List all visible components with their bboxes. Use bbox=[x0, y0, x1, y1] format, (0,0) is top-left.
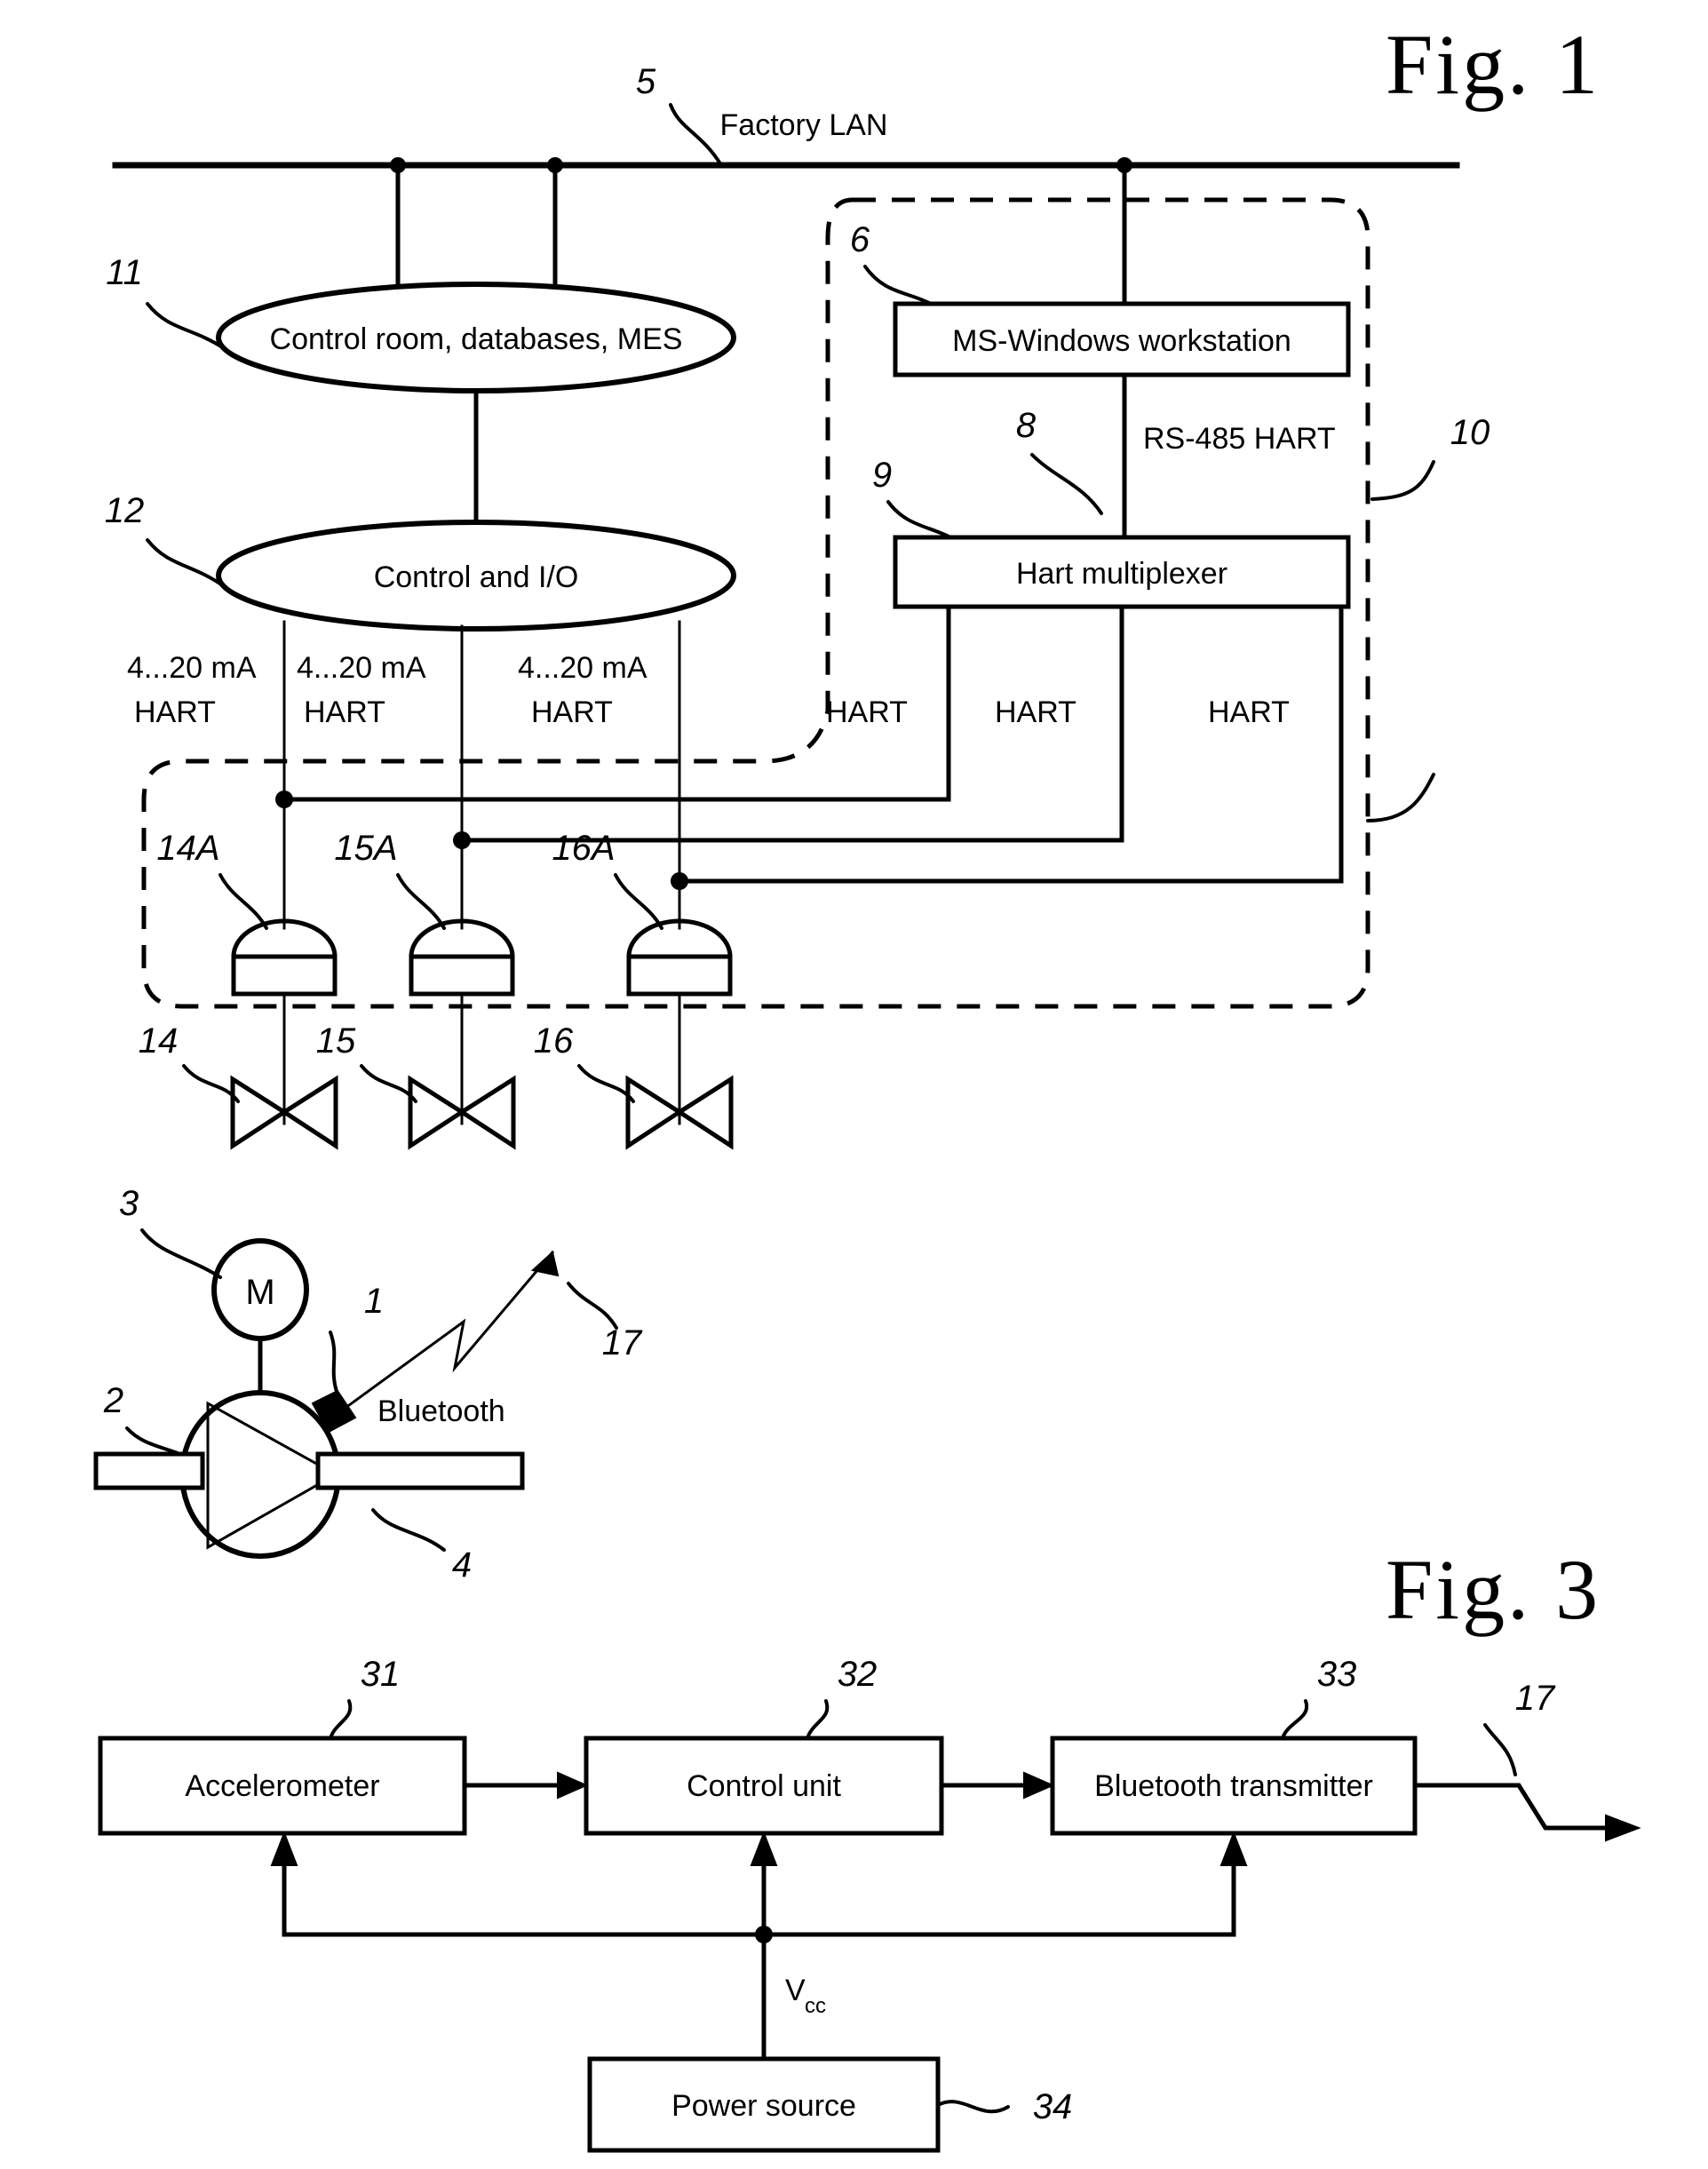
ref-34: 34 bbox=[1033, 2087, 1073, 2126]
hart-multiplexer-label: Hart multiplexer bbox=[1016, 557, 1227, 591]
fig1-title: Fig. 1 bbox=[1386, 17, 1601, 112]
ms-windows-workstation-label: MS-Windows workstation bbox=[952, 324, 1291, 358]
ref-16A: 16A bbox=[552, 829, 615, 868]
leader-15A bbox=[396, 873, 446, 930]
motor-glyph: M bbox=[245, 1273, 274, 1312]
radio-link-zigzag-fig3 bbox=[1412, 1783, 1612, 1831]
leader-10-line bbox=[1370, 460, 1435, 501]
analog-label-1-bottom: HART bbox=[134, 695, 216, 729]
vcc-label: V bbox=[785, 1974, 806, 2007]
analog-label-3-bottom: HART bbox=[531, 695, 613, 729]
ref-11: 11 bbox=[106, 253, 143, 292]
ref-9: 9 bbox=[872, 456, 892, 495]
ref-16: 16 bbox=[534, 1021, 574, 1061]
ref-1: 1 bbox=[364, 1282, 384, 1321]
accelerometer-label: Accelerometer bbox=[185, 1769, 379, 1803]
ref-15A: 15A bbox=[334, 829, 397, 868]
ref-5: 5 bbox=[636, 62, 656, 101]
ref-12: 12 bbox=[105, 491, 145, 530]
leader-16A bbox=[614, 873, 663, 930]
leader-32 bbox=[806, 1699, 830, 1740]
analog-label-2-top: 4...20 mA bbox=[297, 651, 426, 685]
leader-33 bbox=[1281, 1699, 1309, 1740]
ref-33: 33 bbox=[1317, 1655, 1357, 1694]
fig3-title: Fig. 3 bbox=[1386, 1542, 1601, 1637]
signal-arrow-1-head bbox=[557, 1771, 589, 1800]
power-arrow-control-unit bbox=[750, 1831, 778, 1866]
ref-15: 15 bbox=[316, 1021, 356, 1061]
leader-34 bbox=[936, 2100, 1010, 2114]
positioner-2-body bbox=[409, 954, 515, 997]
pump-body bbox=[179, 1390, 341, 1559]
bluetooth-transmitter-label: Bluetooth transmitter bbox=[1094, 1769, 1373, 1803]
ref-4: 4 bbox=[452, 1545, 472, 1585]
leader-6 bbox=[863, 265, 933, 306]
hart-label-2: HART bbox=[995, 695, 1076, 729]
leader-3 bbox=[140, 1228, 222, 1279]
ref-8: 8 bbox=[1016, 406, 1037, 445]
ref-14: 14 bbox=[139, 1021, 179, 1061]
power-arrow-transmitter bbox=[1219, 1831, 1248, 1866]
ref-31: 31 bbox=[361, 1655, 401, 1694]
hart-label-3: HART bbox=[1208, 695, 1290, 729]
signal-arrow-2-head bbox=[1023, 1771, 1055, 1800]
pump-outlet-pipe bbox=[315, 1451, 525, 1490]
leader-bus-5 bbox=[669, 103, 723, 167]
ref-17-fig3: 17 bbox=[1515, 1679, 1556, 1718]
positioner-1-body bbox=[231, 954, 338, 997]
leader-11 bbox=[146, 302, 226, 350]
power-arrow-accelerometer bbox=[270, 1831, 298, 1866]
factory-lan-label: Factory LAN bbox=[720, 108, 888, 142]
leader-31 bbox=[329, 1699, 353, 1740]
leader-1 bbox=[329, 1331, 339, 1396]
leader-9 bbox=[886, 500, 952, 539]
radio-link-arrowhead-fig3 bbox=[1605, 1814, 1641, 1842]
analog-label-3-top: 4...20 mA bbox=[518, 651, 647, 685]
leader-16 bbox=[577, 1064, 635, 1103]
rs485-label: RS-485 HART bbox=[1143, 422, 1336, 456]
leader-14 bbox=[182, 1064, 240, 1103]
analog-label-1-top: 4...20 mA bbox=[127, 651, 257, 685]
figure-1-drawing: Fig. 1 Factory LAN 5 10 Control room, da… bbox=[93, 17, 1641, 2153]
ref-10: 10 bbox=[1450, 413, 1490, 452]
control-unit-label: Control unit bbox=[687, 1769, 841, 1803]
hart-label-1: HART bbox=[826, 695, 908, 729]
leader-14A bbox=[218, 873, 268, 930]
leader-12 bbox=[146, 538, 226, 588]
leader-17-fig3 bbox=[1483, 1723, 1517, 1776]
leader-4 bbox=[371, 1508, 446, 1552]
leader-15 bbox=[360, 1064, 417, 1103]
ref-6: 6 bbox=[850, 220, 870, 259]
vcc-subscript-label: cc bbox=[805, 1994, 826, 2018]
positioner-3-body bbox=[626, 954, 733, 997]
leader-boundary-10 bbox=[1366, 773, 1435, 822]
analog-label-2-bottom: HART bbox=[304, 695, 385, 729]
control-room-label: Control room, databases, MES bbox=[270, 322, 683, 356]
power-source-label: Power source bbox=[671, 2089, 856, 2123]
ref-2: 2 bbox=[103, 1381, 123, 1420]
leader-8 bbox=[1030, 453, 1103, 515]
patent-figure-sheet: Fig. 1 Factory LAN 5 10 Control room, da… bbox=[0, 0, 1708, 2169]
bluetooth-label-fig2: Bluetooth bbox=[377, 1394, 505, 1428]
ref-3: 3 bbox=[119, 1184, 139, 1223]
radio-link-zigzag-fig2 bbox=[333, 1250, 555, 1418]
leader-17-fig2 bbox=[567, 1282, 618, 1330]
ref-32: 32 bbox=[838, 1655, 878, 1694]
ref-17-fig2: 17 bbox=[602, 1323, 643, 1363]
pump-inlet-pipe bbox=[93, 1451, 205, 1490]
ref-14A: 14A bbox=[156, 829, 219, 868]
control-io-label: Control and I/O bbox=[374, 560, 579, 594]
